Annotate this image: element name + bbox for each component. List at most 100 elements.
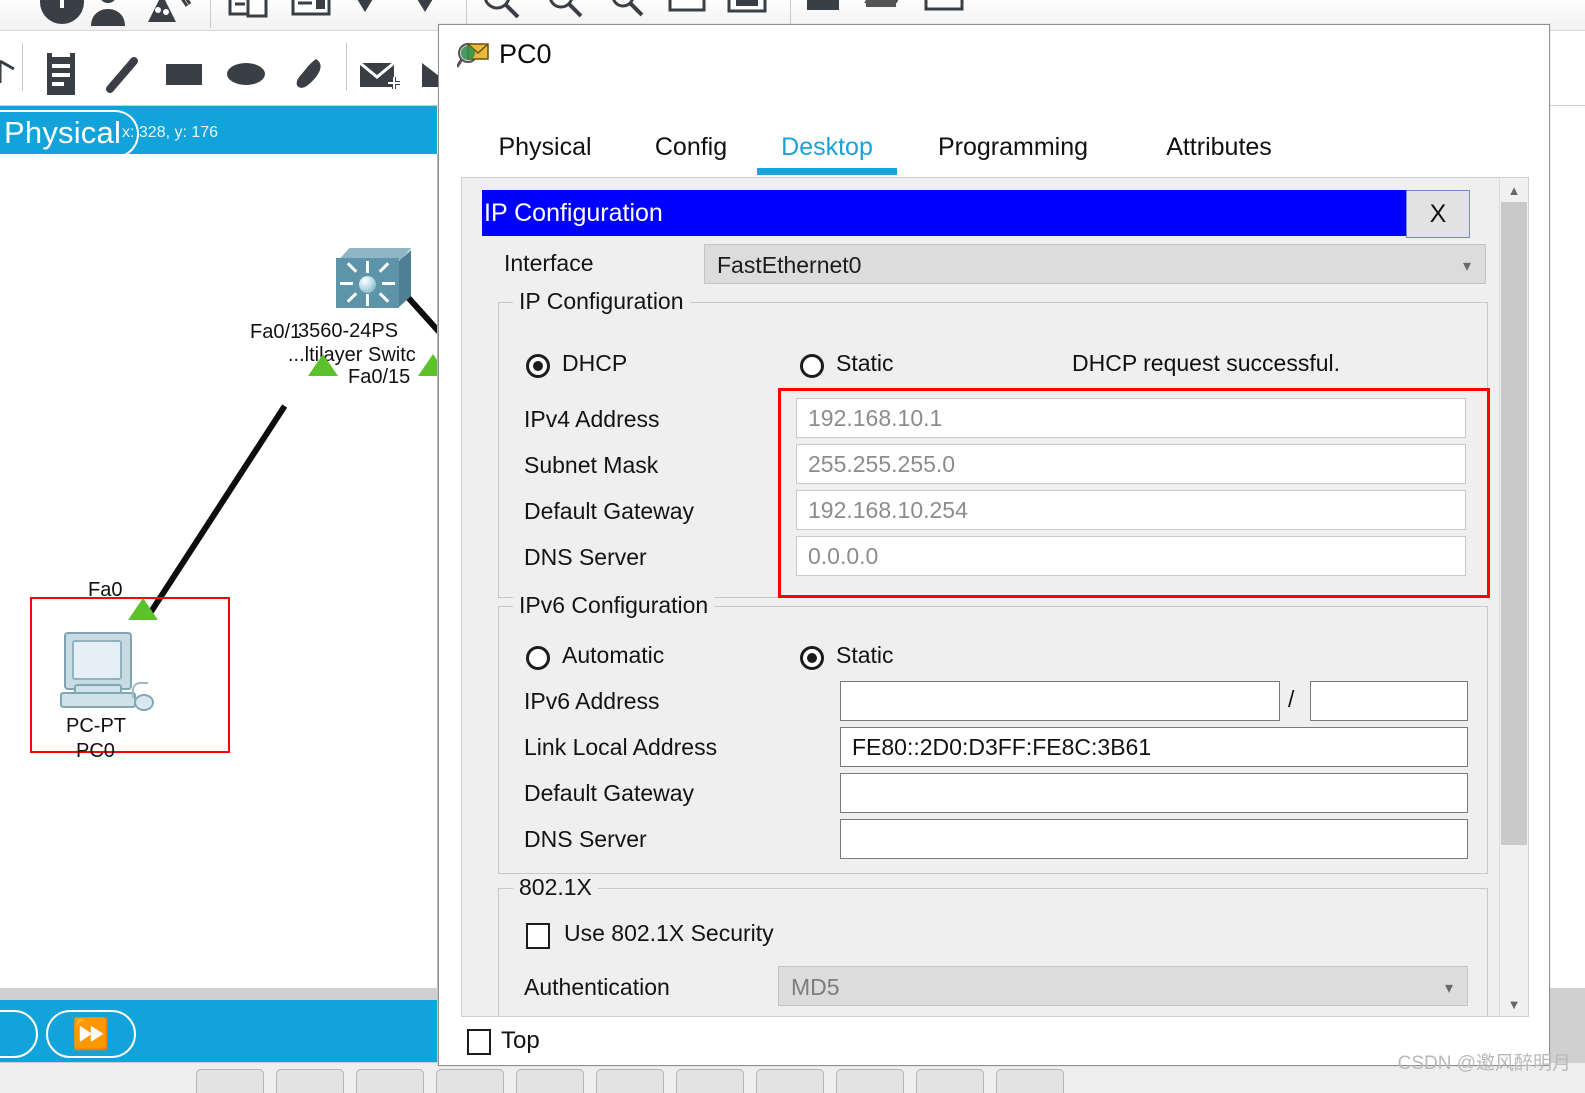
toolbar-separator xyxy=(346,43,347,91)
select-icon[interactable] xyxy=(0,55,28,91)
taskbar-item[interactable] xyxy=(596,1069,664,1093)
panel-scrollbar[interactable]: ▲ ▼ xyxy=(1499,178,1528,1016)
chevron-down-icon[interactable] xyxy=(348,0,382,20)
pc0-type-label: PC-PT xyxy=(66,715,126,738)
topology-canvas[interactable]: 3560-24PS ...ltilayer Switc Fa0/1 Fa0/15… xyxy=(0,154,438,999)
watermark: CSDN @邀风醉明月 xyxy=(1398,1048,1571,1075)
physical-mode-pill[interactable]: Physical xyxy=(0,110,139,158)
tab-config[interactable]: Config xyxy=(631,125,751,175)
taskbar-item[interactable] xyxy=(196,1069,264,1093)
ipv6-gateway-label: Default Gateway xyxy=(524,780,694,807)
scroll-down-button[interactable]: ▼ xyxy=(1500,992,1528,1016)
dhcp-radio-dot xyxy=(533,361,543,371)
rectangle-icon[interactable] xyxy=(160,49,208,99)
scroll-up-button[interactable]: ▲ xyxy=(1500,178,1528,202)
interface-label: Interface xyxy=(504,250,594,277)
copy-icon[interactable] xyxy=(226,0,272,26)
top-checkbox[interactable] xyxy=(467,1029,491,1055)
ipv6-gateway-input[interactable] xyxy=(840,773,1468,813)
tab-attributes[interactable]: Attributes xyxy=(1129,125,1309,175)
ipv6-prefix-separator: / xyxy=(1288,686,1294,713)
switch-device[interactable] xyxy=(336,248,414,310)
ipv6-prefix-input[interactable] xyxy=(1310,681,1468,721)
app-close-button[interactable]: X xyxy=(1406,190,1470,238)
taskbar-item[interactable] xyxy=(436,1069,504,1093)
ellipse-icon[interactable] xyxy=(222,49,270,99)
taskbar-item[interactable] xyxy=(356,1069,424,1093)
taskbar-item[interactable] xyxy=(996,1069,1064,1093)
freeform-icon[interactable] xyxy=(284,49,332,99)
pencil-icon[interactable] xyxy=(100,49,146,99)
clipboard-icon[interactable] xyxy=(38,49,84,99)
notes-icon[interactable] xyxy=(288,0,334,26)
ipv4-dns-input[interactable]: 0.0.0.0 xyxy=(796,536,1466,576)
link-endpoint-arrow xyxy=(418,354,438,376)
rectangle-icon[interactable] xyxy=(664,0,710,24)
switch-icon-face xyxy=(336,258,399,308)
use-dot1x-security-label: Use 802.1X Security xyxy=(564,920,774,947)
ipv6-automatic-radio[interactable] xyxy=(526,646,550,670)
info-icon[interactable] xyxy=(38,0,86,26)
tab-label: Attributes xyxy=(1166,133,1272,161)
chevron-down-icon: ▾ xyxy=(1445,978,1453,998)
tab-programming[interactable]: Programming xyxy=(913,125,1113,175)
router-icon[interactable] xyxy=(862,0,906,24)
ipv6-dns-input[interactable] xyxy=(840,819,1468,859)
fast-forward-button[interactable]: ⏩ xyxy=(46,1010,136,1058)
authentication-select[interactable]: MD5 ▾ xyxy=(778,966,1468,1006)
taskbar-item[interactable] xyxy=(836,1069,904,1093)
interface-select[interactable]: FastEthernet0 ▾ xyxy=(704,244,1486,284)
link-switch-to-pc[interactable] xyxy=(146,404,287,617)
person-icon[interactable] xyxy=(86,0,130,26)
taskbar-item[interactable] xyxy=(676,1069,744,1093)
ip-configuration-app: IP Configuration X Interface FastEtherne… xyxy=(462,178,1500,1016)
chevron-down-icon: ▾ xyxy=(1463,256,1471,276)
subnet-mask-label: Subnet Mask xyxy=(524,452,658,479)
ipv4-static-radio[interactable] xyxy=(800,354,824,378)
chevron-down-icon[interactable] xyxy=(408,0,442,20)
ipv4-group-title: IP Configuration xyxy=(513,288,690,315)
ipv4-static-label: Static xyxy=(836,350,894,377)
palette-icon[interactable] xyxy=(724,0,770,24)
add-note-icon[interactable] xyxy=(356,49,404,99)
interface-value: FastEthernet0 xyxy=(717,252,861,279)
ipv4-address-input[interactable]: 192.168.10.1 xyxy=(796,398,1466,438)
switch-icon-side xyxy=(398,250,411,308)
ipv6-address-input[interactable] xyxy=(840,681,1280,721)
taskbar-item[interactable] xyxy=(916,1069,984,1093)
ipv4-address-value: 192.168.10.1 xyxy=(808,405,942,432)
cluster-icon[interactable] xyxy=(146,0,192,26)
ipv4-dns-value: 0.0.0.0 xyxy=(808,543,878,570)
window-footer: Top xyxy=(439,1017,1549,1065)
pc0-device[interactable] xyxy=(58,632,168,712)
tab-desktop[interactable]: Desktop xyxy=(753,125,901,175)
realtime-button[interactable] xyxy=(0,1010,38,1058)
link-local-address-input[interactable]: FE80::2D0:D3FF:FE8C:3B61 xyxy=(840,727,1468,767)
zoom-out-icon[interactable] xyxy=(542,0,588,24)
ipv6-address-label: IPv6 Address xyxy=(524,688,660,715)
screen-root: Physical x: 328, y: 176 3560-2 xyxy=(0,0,1585,1093)
authentication-label: Authentication xyxy=(524,974,670,1001)
pc-keyboard xyxy=(60,692,136,708)
pc0-name-label: PC0 xyxy=(76,740,115,763)
dhcp-radio[interactable] xyxy=(526,354,550,378)
device-icon[interactable] xyxy=(802,0,846,24)
subnet-mask-input[interactable]: 255.255.255.0 xyxy=(796,444,1466,484)
cursor-coordinates: x: 328, y: 176 xyxy=(122,124,218,142)
taskbar-item[interactable] xyxy=(756,1069,824,1093)
taskbar-item[interactable] xyxy=(516,1069,584,1093)
authentication-value: MD5 xyxy=(791,974,840,1001)
tab-physical[interactable]: Physical xyxy=(475,125,615,175)
window-title-bar[interactable]: PC0 — xyxy=(439,25,1549,88)
app-header-bar: IP Configuration X xyxy=(482,190,1470,236)
use-dot1x-security-checkbox[interactable] xyxy=(526,923,550,949)
ipv6-static-radio[interactable] xyxy=(800,646,824,670)
switch-icon[interactable] xyxy=(922,0,966,24)
subnet-mask-value: 255.255.255.0 xyxy=(808,451,955,478)
zoom-in-icon[interactable] xyxy=(478,0,524,24)
ipv4-gateway-input[interactable]: 192.168.10.254 xyxy=(796,490,1466,530)
scroll-thumb[interactable] xyxy=(1501,202,1527,845)
taskbar-item[interactable] xyxy=(276,1069,344,1093)
zoom-reset-icon[interactable] xyxy=(604,0,650,24)
pc-mouse xyxy=(134,694,154,711)
